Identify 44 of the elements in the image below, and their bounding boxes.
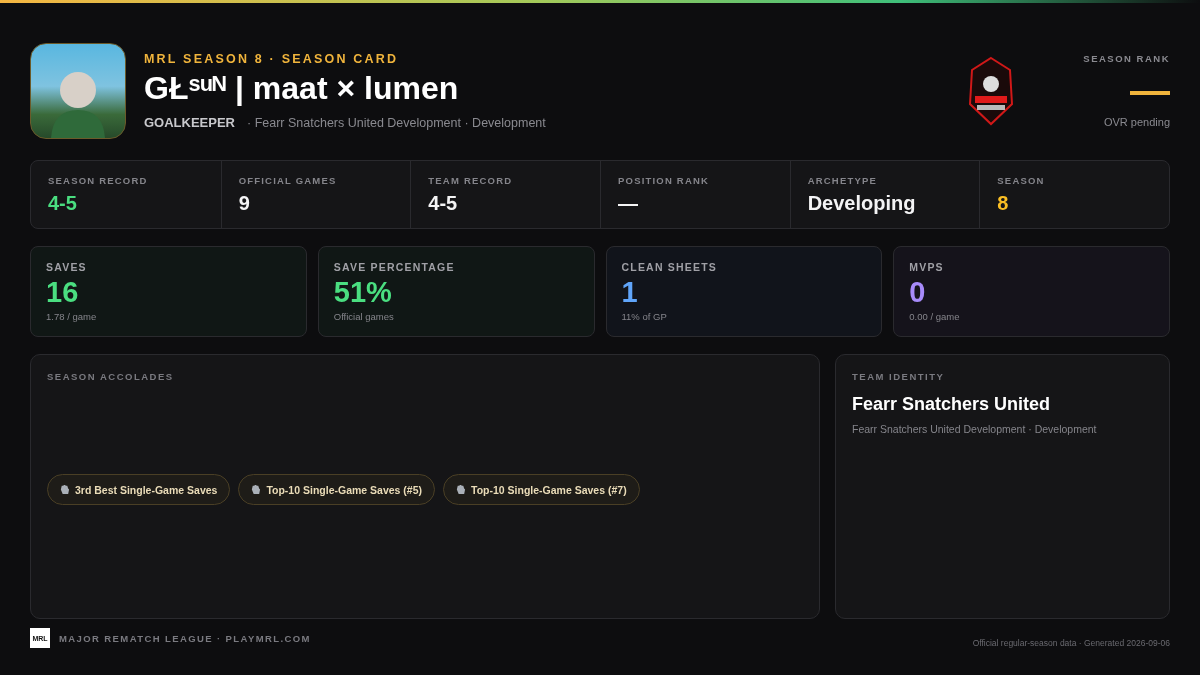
player-position: GOALKEEPER [144, 115, 235, 130]
stat-label: CLEAN SHEETS [621, 261, 718, 273]
summary-label: OFFICIAL GAMES [238, 174, 338, 186]
glove-icon [250, 484, 262, 495]
stat-value: 51% [333, 276, 393, 308]
stat-label: SAVES [46, 261, 88, 273]
accolade-chip: Top-10 Single-Game Saves (#5) [238, 474, 435, 505]
summary-label: ARCHETYPE [807, 174, 879, 186]
summary-value: 4-5 [428, 191, 459, 215]
glove-icon [59, 484, 70, 495]
footer-league-text: MAJOR REMATCH LEAGUE · PLAYMRL.COM [59, 632, 312, 644]
accolade-chip: 3rd Best Single-Game Saves [47, 474, 231, 505]
stat-value: 1 [621, 276, 639, 308]
card-eyebrow: MRL SEASON 8 · SEASON CARD [144, 52, 399, 66]
summary-label: POSITION RANK [618, 174, 711, 186]
summary-value: 8 [997, 191, 1010, 215]
stat-value: 0 [909, 276, 927, 308]
summary-value: 4-5 [48, 191, 78, 215]
footer-data-note: Official regular-season data · Generated 2026-09-06 [972, 638, 1170, 648]
season-rank-label: SEASON RANK [1083, 53, 1170, 64]
player-team-line: · Fearr Snatchers United Development · Development [247, 116, 546, 130]
stat-label: MVPS [909, 261, 945, 273]
panel-title: SEASON ACCOLADES [47, 371, 175, 382]
stat-value: 16 [46, 276, 80, 308]
stat-subtext: 0.00 / game [909, 311, 961, 322]
stat-subtext: 1.78 / game [46, 311, 98, 322]
summary-label: TEAM RECORD [428, 174, 514, 186]
stat-subtext: Official games [333, 311, 395, 322]
team-subtitle: Fearr Snatchers United Development · Development [852, 423, 1098, 435]
summary-label: SEASON [997, 174, 1046, 186]
player-name: GŁˢᵘᴺ | maat × lumen [144, 70, 459, 107]
summary-value: Developing [807, 191, 917, 215]
summary-value: 9 [238, 191, 251, 215]
team-crest-icon [968, 56, 1014, 126]
stat-label: SAVE PERCENTAGE [333, 261, 456, 273]
team-name: Fearr Snatchers United [852, 394, 1052, 415]
summary-value: — [618, 191, 639, 215]
season-rank-note: OVR pending [1103, 116, 1170, 128]
summary-label: SEASON RECORD [48, 174, 149, 186]
panel-title: TEAM IDENTITY [852, 371, 946, 382]
accolade-chip: Top-10 Single-Game Saves (#7) [443, 474, 640, 505]
stat-subtext: 11% of GP [621, 311, 668, 322]
glove-icon [455, 484, 466, 495]
season-rank-value: — [1130, 70, 1170, 110]
